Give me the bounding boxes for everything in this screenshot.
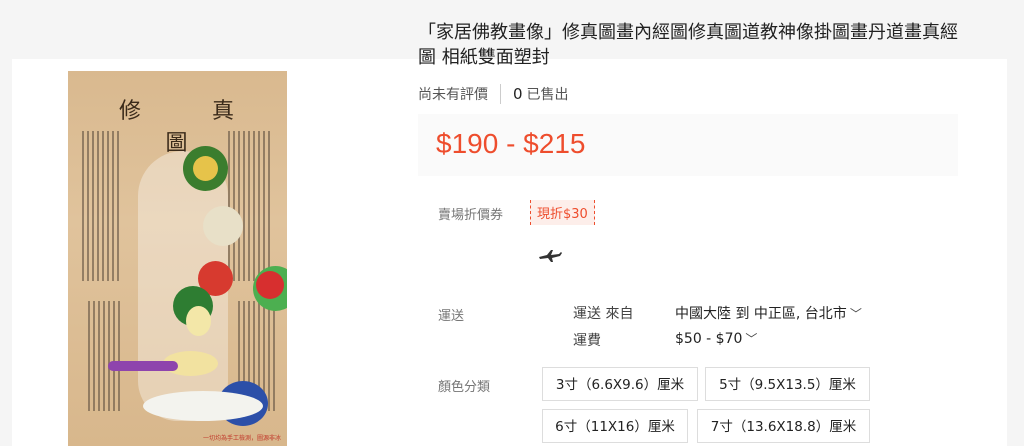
voucher-tag[interactable]: 現折$30 xyxy=(530,200,595,225)
chevron-down-icon: ﹀ xyxy=(849,307,862,321)
shipping-destination[interactable]: 中國大陸 到 中正區, 台北市 ﹀ xyxy=(675,303,862,323)
variation-option[interactable]: 5寸（9.5X13.5）厘米 xyxy=(705,367,870,401)
truck-plane-icon xyxy=(537,248,563,268)
shipping-from-label: 運送 來自 xyxy=(573,306,634,322)
price-section: $190 - $215 xyxy=(418,114,958,176)
product-image[interactable]: 修 真 圖 一切均為手工檢測，圖源非冰 xyxy=(68,71,287,446)
variation-option[interactable]: 7寸（13.6X18.8）厘米 xyxy=(697,409,870,443)
variation-label: 顏色分類 xyxy=(438,380,491,395)
stats-divider xyxy=(500,84,501,104)
variation-option[interactable]: 3寸（6.6X9.6）厘米 xyxy=(542,367,698,401)
variation-option[interactable]: 6寸（11X16）厘米 xyxy=(542,409,688,443)
voucher-label: 賣場折價券 xyxy=(438,208,504,223)
chevron-down-icon: ﹀ xyxy=(745,332,758,346)
shipping-fee[interactable]: $50 - $70 ﹀ xyxy=(675,330,757,347)
sold-count: 0 xyxy=(513,85,523,103)
image-watermark: 一切均為手工檢測，圖源非冰 xyxy=(202,435,281,442)
rating-text[interactable]: 尚未有評價 xyxy=(418,84,488,104)
shipping-label: 運送 xyxy=(438,309,465,324)
shipping-fee-label: 運費 xyxy=(573,333,601,349)
sold-label: 已售出 xyxy=(526,87,569,103)
shipping-destination-text: 中國大陸 到 中正區, 台北市 xyxy=(675,306,847,322)
price-range: $190 - $215 xyxy=(436,128,586,159)
product-stats: 尚未有評價 0 已售出 xyxy=(418,84,569,104)
product-title: 「家居佛教畫像」修真圖畫內經圖修真圖道教神像掛圖畫丹道畫真經圖 相紙雙面塑封 xyxy=(418,22,958,68)
shipping-fee-value: $50 - $70 xyxy=(675,331,743,347)
